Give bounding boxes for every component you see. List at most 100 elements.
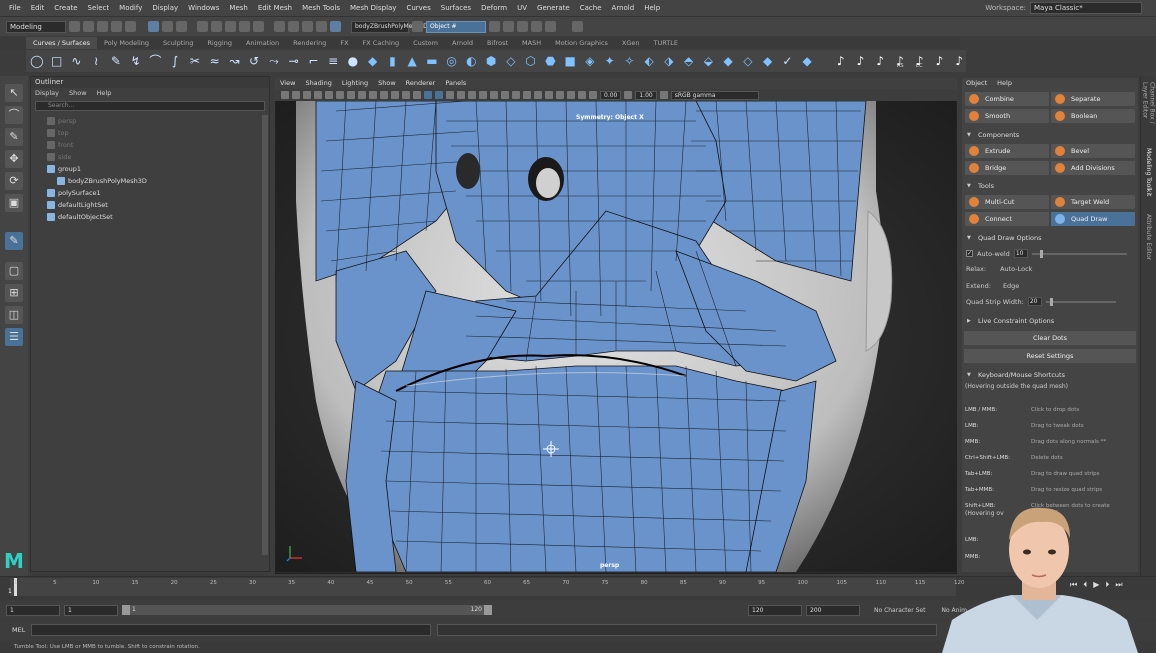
- isolate-select-icon[interactable]: [545, 91, 553, 99]
- exposure-icon[interactable]: [589, 91, 597, 99]
- menu-file[interactable]: File: [4, 4, 26, 12]
- mel-label[interactable]: MEL: [12, 626, 25, 634]
- viewport-3d[interactable]: [276, 101, 956, 572]
- tools-section[interactable]: Tools: [962, 180, 1138, 192]
- lasso-tool-icon[interactable]: ⌒: [5, 106, 23, 124]
- rotate-tool-icon[interactable]: ⟳: [5, 172, 23, 190]
- construction-history-icon[interactable]: [412, 21, 423, 32]
- xray-icon[interactable]: [556, 91, 564, 99]
- clear-dots-button[interactable]: Clear Dots: [964, 331, 1136, 345]
- undo-icon[interactable]: [111, 21, 122, 32]
- active-object-field[interactable]: bodyZBrushPolyMesh3D: [351, 20, 428, 33]
- 2d-pan-icon[interactable]: [325, 91, 333, 99]
- scene-end-field[interactable]: 200: [806, 604, 860, 616]
- project-curve-icon[interactable]: ⬗: [662, 54, 676, 68]
- viewport-menu-shading[interactable]: Shading: [305, 78, 331, 89]
- boolean-button[interactable]: Boolean: [1051, 109, 1135, 123]
- move-tool-icon[interactable]: ✥: [5, 150, 23, 168]
- viewport-menu-lighting[interactable]: Lighting: [342, 78, 368, 89]
- extend-curve-icon[interactable]: ⤳: [267, 54, 281, 68]
- live-constraint-section[interactable]: Live Constraint Options: [962, 315, 1138, 327]
- toolkit-menu-object[interactable]: Object: [966, 78, 987, 89]
- resolution-gate-icon[interactable]: [369, 91, 377, 99]
- birail-icon[interactable]: ◈: [583, 54, 597, 68]
- character-set-dropdown[interactable]: No Character Set: [874, 607, 925, 614]
- add-divisions-button[interactable]: Add Divisions: [1051, 161, 1135, 175]
- extrude-button[interactable]: Extrude: [965, 144, 1049, 158]
- detach-curve-icon[interactable]: ✂: [188, 54, 202, 68]
- ipr-render-icon[interactable]: [503, 21, 514, 32]
- film-gate-icon[interactable]: [358, 91, 366, 99]
- outliner-search-input[interactable]: Search...: [35, 101, 265, 111]
- shelf-tab-poly-modeling[interactable]: Poly Modeling: [97, 37, 156, 49]
- shelf-tab-curves-surfaces[interactable]: Curves / Surfaces: [26, 37, 98, 49]
- fillet-curve-icon[interactable]: ⌐: [307, 54, 321, 68]
- components-section[interactable]: Components: [962, 129, 1138, 141]
- toolkit-menu-help[interactable]: Help: [997, 78, 1012, 89]
- shelf-tab-animation[interactable]: Animation: [239, 37, 286, 49]
- rebuild-curve-icon[interactable]: ↝: [228, 54, 242, 68]
- new-scene-icon[interactable]: [69, 21, 80, 32]
- viewport-menu-view[interactable]: View: [280, 78, 295, 89]
- shelf-tab-rigging[interactable]: Rigging: [200, 37, 239, 49]
- bridge-button[interactable]: Bridge: [965, 161, 1049, 175]
- menu-mesh[interactable]: Mesh: [224, 4, 252, 12]
- target-weld-button[interactable]: Target Weld: [1051, 195, 1135, 209]
- arc-curve-icon[interactable]: ⌒: [149, 54, 163, 68]
- snap-view-icon[interactable]: [316, 21, 327, 32]
- lock-icon[interactable]: [253, 21, 264, 32]
- reset-settings-button[interactable]: Reset Settings: [964, 349, 1136, 363]
- menu-modify[interactable]: Modify: [114, 4, 147, 12]
- bevel-button[interactable]: Bevel: [1051, 144, 1135, 158]
- menu-edit[interactable]: Edit: [26, 4, 50, 12]
- bevel-surface-icon[interactable]: ⬡: [524, 54, 538, 68]
- intersect-icon[interactable]: ⬖: [642, 54, 656, 68]
- bookmark-icon[interactable]: [303, 91, 311, 99]
- outliner-menu-help[interactable]: Help: [97, 88, 112, 99]
- gamma-icon[interactable]: [624, 91, 633, 99]
- modeling-toolkit-tab[interactable]: Modeling Toolkit: [1145, 148, 1152, 208]
- menu-arnold[interactable]: Arnold: [607, 4, 640, 12]
- multi-cut-button[interactable]: Multi-Cut: [965, 195, 1049, 209]
- separate-button[interactable]: Separate: [1051, 92, 1135, 106]
- stitch-icon[interactable]: ⬘: [682, 54, 696, 68]
- mask-face-icon[interactable]: [225, 21, 236, 32]
- torus-icon[interactable]: ◎: [445, 54, 459, 68]
- revolve-icon[interactable]: ◐: [465, 54, 479, 68]
- boundary-surface-icon[interactable]: ⬣: [544, 54, 558, 68]
- trim-icon[interactable]: ✦: [603, 54, 617, 68]
- workspace-selector[interactable]: Workspace: Maya Classic*: [985, 2, 1142, 14]
- hypershade-icon[interactable]: [531, 21, 542, 32]
- plane-icon[interactable]: ▬: [425, 54, 439, 68]
- quad-strip-field[interactable]: 20: [1027, 297, 1042, 306]
- outliner-layout-icon[interactable]: ☰: [5, 328, 23, 346]
- shelf-tab-sculpting[interactable]: Sculpting: [156, 37, 200, 49]
- extrude-surface-icon[interactable]: ⬢: [484, 54, 498, 68]
- mask-vertex-icon[interactable]: [197, 21, 208, 32]
- cv-curve-icon[interactable]: ∿: [70, 54, 84, 68]
- reverse-curve-icon[interactable]: ↺: [247, 54, 261, 68]
- viewport-menu-panels[interactable]: Panels: [445, 78, 466, 89]
- circle-curve-icon[interactable]: ◯: [30, 54, 44, 68]
- outliner-item[interactable]: group1: [31, 163, 269, 175]
- attach-surface-icon[interactable]: ◆: [721, 54, 735, 68]
- quad-draw-button[interactable]: Quad Draw: [1051, 212, 1135, 226]
- exposure-field[interactable]: 0.00: [600, 90, 622, 100]
- snap-live-icon[interactable]: [330, 21, 341, 32]
- grease-pencil-icon[interactable]: [336, 91, 344, 99]
- cylinder-icon[interactable]: ▮: [386, 54, 400, 68]
- detach-surface-icon[interactable]: ◇: [741, 54, 755, 68]
- render-settings-icon[interactable]: [517, 21, 528, 32]
- single-view-icon[interactable]: ▢: [5, 262, 23, 280]
- four-view-icon[interactable]: ⊞: [5, 284, 23, 302]
- cone-icon[interactable]: ▲: [405, 54, 419, 68]
- wireframe-icon[interactable]: [424, 91, 432, 99]
- menu-help[interactable]: Help: [639, 4, 665, 12]
- field-chart-icon[interactable]: [391, 91, 399, 99]
- menu-cache[interactable]: Cache: [575, 4, 607, 12]
- align-surface-icon[interactable]: ◆: [761, 54, 775, 68]
- render-frame-icon[interactable]: [489, 21, 500, 32]
- loft-icon[interactable]: ≡: [326, 54, 340, 68]
- relax-dropdown[interactable]: Auto-Lock: [1000, 265, 1032, 273]
- outliner-item[interactable]: front: [31, 139, 269, 151]
